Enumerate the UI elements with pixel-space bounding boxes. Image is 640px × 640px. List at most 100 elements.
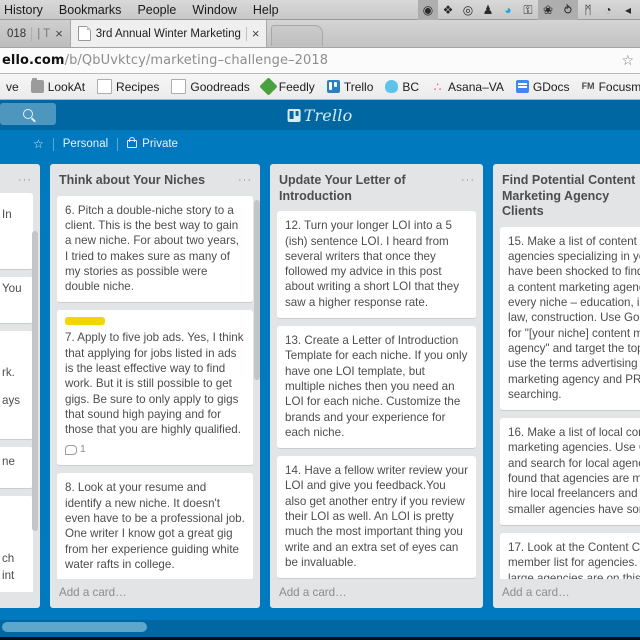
list-menu-icon[interactable]: ··· [18, 173, 32, 186]
lock-icon [127, 137, 138, 148]
card[interactable]: rk. ays [0, 331, 33, 440]
list-scrollbar[interactable] [32, 231, 38, 531]
board-list-update-your-loi[interactable]: Update Your Letter of Introduction ··· 1… [270, 164, 483, 608]
adobe-cc-icon[interactable]: ◎ [458, 0, 478, 20]
list-title[interactable]: Update Your Letter of Introduction [279, 173, 439, 204]
bluetooth-icon[interactable]: ᛗ [578, 0, 598, 20]
list-menu-icon[interactable]: ··· [461, 173, 475, 186]
bookmark-item-recipes[interactable]: Recipes [91, 79, 165, 94]
scrollbar-thumb[interactable] [2, 622, 147, 632]
card[interactable]: 6. Pitch a double-niche story to a clien… [57, 195, 253, 304]
board-list-think-about-your-niches[interactable]: Think about Your Niches ··· 6. Pitch a d… [50, 164, 260, 608]
evernote-icon[interactable]: ♟ [478, 0, 498, 20]
bookmark-item-feedly[interactable]: Feedly [256, 77, 321, 96]
card[interactable]: In [0, 193, 33, 270]
address-bar[interactable]: ello.com/b/QbUvktcy/marketing–challenge–… [0, 48, 640, 74]
focusmate-icon: FM [581, 81, 595, 91]
menu-help[interactable]: Help [245, 0, 287, 20]
star-icon: ☆ [33, 137, 44, 151]
card-text: 12. Turn your longer LOI into a 5 (ish) … [285, 219, 460, 309]
board-list-partial[interactable]: ··· In You rk. ays ne ch int [0, 164, 40, 608]
bookmark-item-focusmate[interactable]: FM Focusmate [576, 80, 640, 94]
tab-title: 3rd Annual Winter Marketing [95, 27, 241, 40]
butterfly-icon[interactable]: ❀ [538, 0, 558, 20]
menu-people[interactable]: People [129, 0, 184, 20]
board-visibility-button[interactable]: Private [118, 137, 187, 150]
page-icon [97, 79, 113, 94]
bookmark-item-lookat[interactable]: LookAt [25, 78, 91, 94]
browser-tab-strip: 018 | T × 3rd Annual Winter Marketing × [0, 20, 640, 48]
tab-title-suffix: | T [37, 27, 51, 40]
card[interactable]: 12. Turn your longer LOI into a 5 (ish) … [277, 211, 476, 320]
spotlight-dark-icon[interactable]: ◉ [418, 0, 438, 20]
board-list-find-agency-clients[interactable]: Find Potential Content Marketing Agency … [493, 164, 640, 608]
flux-icon[interactable]: ◕ [498, 0, 518, 20]
bookmark-item-trello[interactable]: Trello [321, 80, 380, 94]
menu-bookmarks[interactable]: Bookmarks [51, 0, 130, 20]
list-menu-icon[interactable]: ··· [238, 173, 252, 186]
page-icon [171, 79, 187, 94]
card[interactable]: 14. Have a fellow writer review your LOI… [277, 456, 476, 579]
board-team-button[interactable]: Personal [54, 138, 117, 150]
browser-tab-inactive[interactable]: 018 | T × [0, 20, 70, 47]
board-star-button[interactable]: ☆ [24, 137, 53, 151]
tab-separator [31, 26, 33, 41]
search-input[interactable] [0, 103, 56, 125]
card[interactable]: You [0, 277, 33, 324]
comment-count: 1 [80, 443, 86, 456]
bookmark-star-icon[interactable]: ☆ [621, 52, 634, 69]
card[interactable]: 13. Create a Letter of Introduction Temp… [277, 326, 476, 450]
add-card-button[interactable]: Add a card… [270, 579, 483, 608]
card-label-yellow[interactable] [65, 317, 105, 326]
board-team-label: Personal [62, 138, 109, 150]
dropbox-icon[interactable]: ❖ [438, 0, 458, 20]
list-cards[interactable]: 15. Make a list of content marketing age… [493, 226, 640, 579]
card[interactable]: 15. Make a list of content marketing age… [500, 226, 640, 412]
volume-icon[interactable]: ◂ [618, 0, 638, 20]
list-cards[interactable]: 6. Pitch a double-niche story to a clien… [50, 195, 260, 579]
card-text: int [2, 569, 15, 583]
card[interactable]: ch int [0, 496, 33, 592]
new-tab-button[interactable] [271, 25, 324, 46]
tab-close-icon[interactable]: × [252, 27, 260, 40]
list-scrollbar[interactable] [254, 199, 260, 380]
header-divider [117, 137, 119, 151]
card[interactable]: 8. Look at your resume and identify a ne… [57, 473, 253, 579]
menu-window[interactable]: Window [184, 0, 244, 20]
bookmark-label: Goodreads [190, 79, 250, 94]
bookmark-item-bc[interactable]: BC [379, 80, 425, 94]
add-card-button[interactable]: Add a card… [493, 579, 640, 608]
board-header: ☆ Personal Private [0, 130, 640, 158]
board-horizontal-scrollbar[interactable] [0, 620, 640, 634]
list-title[interactable]: Find Potential Content Marketing Agency … [502, 173, 640, 220]
add-card-button[interactable]: Add a card… [50, 579, 260, 608]
card[interactable]: 17. Look at the Content Council member l… [500, 532, 640, 579]
tab-separator [245, 26, 247, 41]
menu-history[interactable]: History [0, 0, 51, 20]
bookmark-item[interactable]: ve [0, 80, 25, 94]
wifi-icon[interactable]: ◔ [598, 0, 618, 20]
add-card-button[interactable] [0, 592, 40, 608]
bookmark-item-goodreads[interactable]: Goodreads [165, 79, 255, 94]
board-canvas[interactable]: ··· In You rk. ays ne ch int Think about… [0, 158, 640, 618]
timemachine-icon[interactable]: ⥁ [558, 0, 578, 20]
trello-logo[interactable]: Trello [287, 106, 353, 125]
board-name-partial[interactable] [0, 138, 24, 151]
list-title[interactable]: Think about Your Niches [59, 173, 205, 189]
list-cards[interactable]: In You rk. ays ne ch int [0, 193, 40, 592]
bookmark-item-gdocs[interactable]: GDocs [510, 80, 576, 94]
tab-close-icon[interactable]: × [55, 27, 63, 40]
bookmark-item-asana[interactable]: ∴ Asana–VA [425, 80, 510, 94]
bookmark-label: LookAt [47, 79, 86, 94]
key-icon[interactable]: ⚿ [518, 0, 538, 20]
address-domain: ello.com [2, 53, 65, 68]
address-text: ello.com/b/QbUvktcy/marketing–challenge–… [2, 53, 328, 68]
comment-icon [65, 445, 77, 456]
card[interactable]: 7. Apply to five job ads. Yes, I think t… [57, 310, 253, 467]
list-cards[interactable]: 12. Turn your longer LOI into a 5 (ish) … [270, 211, 483, 579]
card[interactable]: 16. Make a list of local content marketi… [500, 418, 640, 526]
card-text: 17. Look at the Content Council member l… [508, 540, 640, 579]
card[interactable]: ne [0, 447, 33, 489]
macos-menu-bar: History Bookmarks People Window Help ◉ ❖… [0, 0, 640, 20]
browser-tab-active[interactable]: 3rd Annual Winter Marketing × [69, 20, 268, 47]
